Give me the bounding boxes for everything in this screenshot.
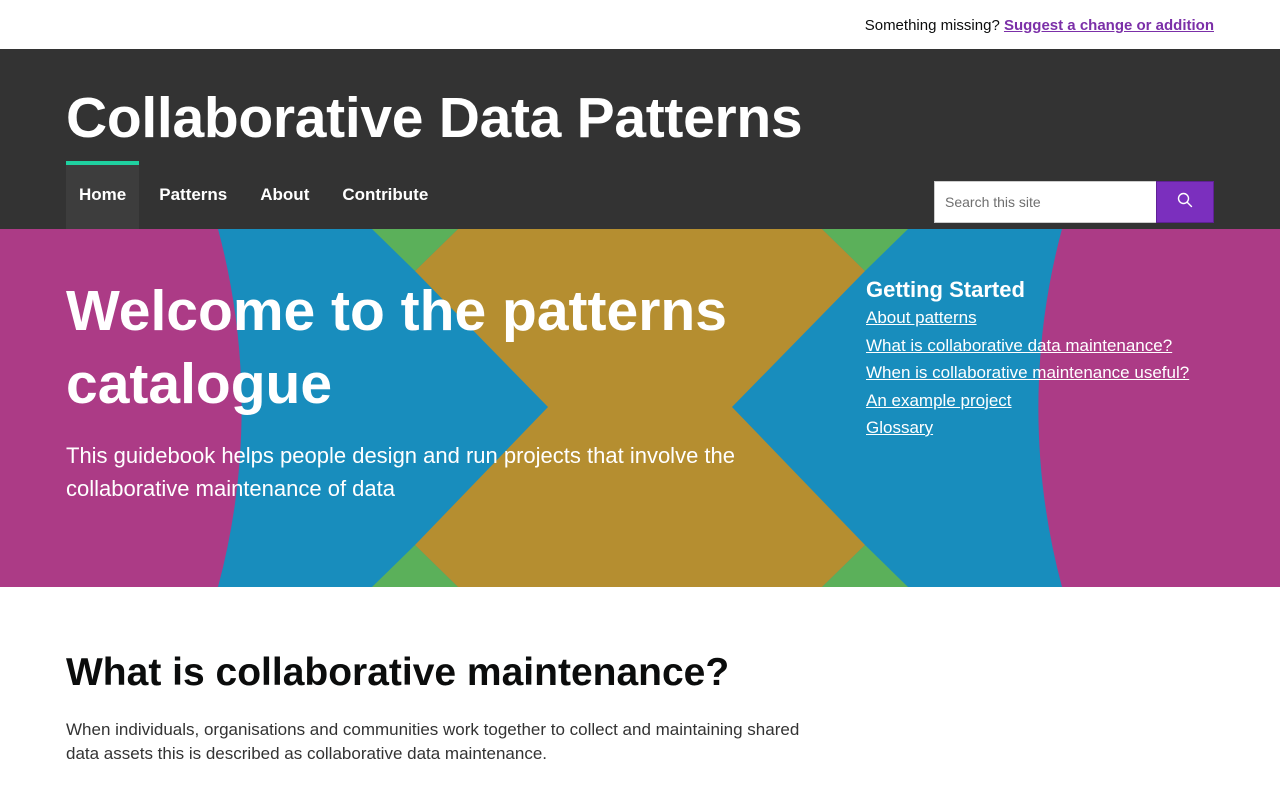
list-item: What is collaborative data maintenance? (866, 332, 1226, 360)
nav-item-patterns[interactable]: Patterns (146, 161, 240, 229)
link-what-is-collaborative-maintenance[interactable]: What is collaborative data maintenance? (866, 336, 1172, 355)
utility-prompt: Something missing? (864, 17, 1000, 34)
list-item: When is collaborative maintenance useful… (866, 359, 1226, 387)
link-about-patterns[interactable]: About patterns (866, 308, 977, 327)
link-glossary[interactable]: Glossary (866, 418, 933, 437)
site-search (934, 181, 1214, 223)
nav-item-about[interactable]: About (247, 161, 322, 229)
site-header: Collaborative Data Patterns Home Pattern… (0, 49, 1280, 229)
list-item: An example project (866, 387, 1226, 415)
hero-title: Welcome to the patterns catalogue (66, 279, 727, 416)
link-example-project[interactable]: An example project (866, 391, 1012, 410)
list-item: Glossary (866, 414, 1226, 442)
section-title: What is collaborative maintenance? (66, 651, 730, 694)
main-nav: Home Patterns About Contribute (66, 161, 441, 229)
hero-banner: Welcome to the patterns catalogue This g… (0, 229, 1280, 587)
nav-item-contribute[interactable]: Contribute (329, 161, 441, 229)
site-title[interactable]: Collaborative Data Patterns (66, 85, 803, 151)
getting-started-panel: Getting Started About patterns What is c… (866, 276, 1226, 442)
suggest-change-link[interactable]: Suggest a change or addition (1004, 17, 1214, 34)
section-body: When individuals, organisations and comm… (66, 720, 800, 763)
getting-started-list: About patterns What is collaborative dat… (866, 304, 1226, 442)
link-when-is-maintenance-useful[interactable]: When is collaborative maintenance useful… (866, 363, 1189, 382)
search-button[interactable] (1156, 181, 1214, 223)
utility-bar: Something missing? Suggest a change or a… (0, 0, 1280, 49)
getting-started-title: Getting Started (866, 277, 1025, 302)
search-input[interactable] (934, 181, 1156, 223)
utility-message: Something missing? Suggest a change or a… (865, 17, 1214, 34)
search-icon (1177, 192, 1193, 213)
list-item: About patterns (866, 304, 1226, 332)
hero-subtitle: This guidebook helps people design and r… (66, 443, 736, 501)
nav-item-home[interactable]: Home (66, 161, 140, 229)
